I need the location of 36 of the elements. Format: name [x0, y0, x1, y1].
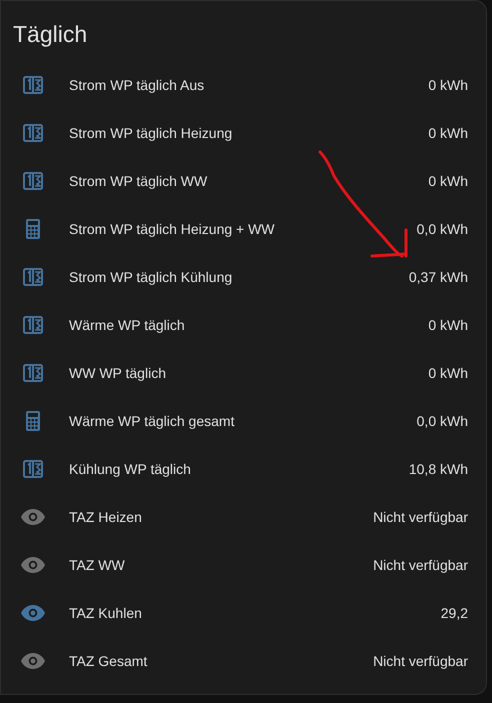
- entity-value: Nicht verfügbar: [373, 556, 468, 575]
- entity-value: 0,0 kWh: [416, 220, 468, 238]
- calculator-icon: [26, 411, 40, 431]
- counter-icon: [23, 268, 43, 286]
- entity-value: 0 kWh: [428, 76, 468, 94]
- entity-value: 0 kWh: [428, 316, 468, 334]
- entity-name: TAZ Heizen: [69, 508, 143, 526]
- entity-name: Wärme WP täglich: [69, 316, 186, 335]
- entity-name: WW WP täglich: [69, 364, 167, 383]
- entity-value: 0,37 kWh: [408, 268, 468, 286]
- counter-icon: [23, 76, 43, 94]
- counter-icon: [23, 124, 43, 142]
- entity-name: Strom WP täglich Kühlung: [69, 268, 234, 287]
- entity-name: Strom WP täglich WW: [69, 172, 208, 191]
- entity-value: 0 kWh: [428, 124, 468, 142]
- calculator-icon: [26, 219, 40, 239]
- counter-icon: [23, 172, 43, 190]
- entity-name: TAZ Gesamt: [69, 652, 148, 670]
- entity-name: Wärme WP täglich gesamt: [69, 412, 236, 431]
- entity-name: Strom WP täglich Heizung + WW: [69, 220, 276, 239]
- counter-icon: [23, 316, 43, 334]
- entity-name: TAZ WW: [69, 556, 126, 574]
- entity-value: 0 kWh: [428, 364, 468, 382]
- counter-icon: [23, 460, 43, 478]
- entity-value: 10,8 kWh: [408, 460, 468, 478]
- entity-name: Strom WP täglich Aus: [69, 76, 206, 95]
- entity-name: Strom WP täglich Heizung: [69, 124, 234, 143]
- entity-value: Nicht verfügbar: [373, 652, 468, 671]
- entity-value: 0,0 kWh: [416, 412, 468, 430]
- entity-name: Kühlung WP täglich: [69, 460, 192, 479]
- counter-icon: [23, 364, 43, 382]
- entity-value: Nicht verfügbar: [373, 508, 468, 527]
- entity-name: TAZ Kuhlen: [69, 604, 143, 622]
- entity-value: 29,2: [440, 604, 468, 622]
- entity-value: 0 kWh: [428, 172, 468, 190]
- card-title: Täglich: [12, 20, 88, 49]
